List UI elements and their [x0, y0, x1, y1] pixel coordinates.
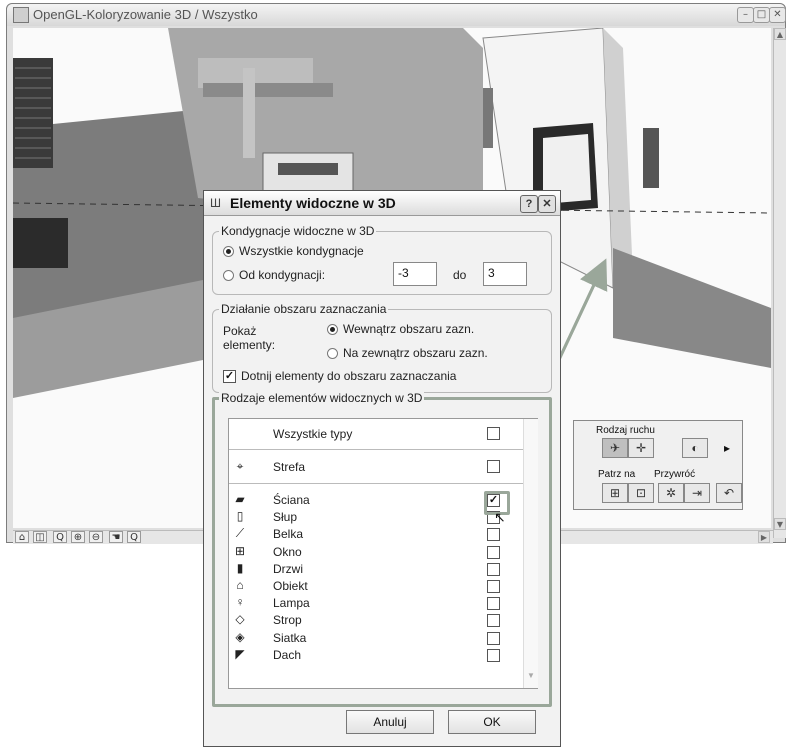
mouse-cursor-icon: ↖ [494, 509, 506, 525]
trim-elements-label: Dotnij elementy do obszaru zaznaczania [241, 369, 457, 383]
element-types-title: Rodzaje elementów widocznych w 3D [219, 391, 425, 405]
element-type-label: Ściana [273, 493, 310, 507]
cancel-button[interactable]: Anuluj [346, 710, 434, 734]
wall-icon: ▰ [235, 492, 245, 506]
window-icon: ⊞ [234, 543, 246, 558]
element-type-checkbox[interactable] [487, 528, 500, 542]
floors-group: Kondygnacje widoczne w 3D Wszystkie kond… [212, 224, 552, 295]
inside-marquee-radio[interactable] [327, 324, 338, 335]
element-type-checkbox[interactable] [487, 545, 500, 559]
marquee-group-title: Działanie obszaru zaznaczania [219, 302, 389, 316]
element-type-checkbox[interactable] [487, 597, 500, 611]
from-floor-label: Od kondygnacji: [239, 268, 326, 282]
element-type-label: Strop [273, 613, 302, 628]
element-type-label: Obiekt [273, 579, 308, 593]
show-elements-label: Pokaż elementy: [223, 324, 276, 352]
outside-marquee-label: Na zewnątrz obszaru zazn. [343, 346, 488, 360]
marquee-group: Działanie obszaru zaznaczania Pokaż elem… [212, 302, 552, 393]
all-floors-label: Wszystkie kondygnacje [239, 244, 364, 258]
element-type-label: Belka [273, 527, 304, 542]
element-type-label: Lampa [273, 596, 310, 611]
list-scroll-down-icon[interactable]: ▼ [526, 671, 536, 683]
zone-label: Strefa [273, 460, 306, 474]
slab-icon: ◇ [235, 612, 245, 627]
lamp-icon: ♀ [235, 595, 245, 610]
element-type-checkbox[interactable] [487, 580, 500, 593]
door-icon: ▮ [236, 560, 244, 575]
column-icon: ▯ [236, 509, 244, 524]
element-type-checkbox[interactable] [487, 562, 500, 576]
trim-elements-checkbox[interactable]: ✓ [223, 370, 236, 383]
from-floor-radio[interactable] [223, 270, 234, 281]
beam-icon: ⟋ [235, 526, 245, 541]
visible-elements-dialog: Ш Elementy widoczne w 3D ? ✕ Kondygnacje… [203, 190, 561, 747]
all-types-label: Wszystkie typy [273, 427, 353, 441]
element-types-list: Wszystkie typy ⌖ Strefa ▰ Ściana ✓ ▯ Słup ⟋ Be… [228, 418, 538, 689]
outside-marquee-radio[interactable] [327, 348, 338, 359]
to-floor-input[interactable]: 3 [483, 262, 527, 286]
list-scrollbar[interactable]: ▼ [523, 419, 538, 688]
element-type-checkbox[interactable] [487, 631, 500, 645]
object-icon: ⌂ [236, 578, 244, 592]
element-type-label: Słup [273, 510, 298, 525]
element-type-label: Dach [273, 647, 302, 662]
dialog-title-bar[interactable]: Ш Elementy widoczne w 3D ? ✕ [204, 191, 560, 216]
zone-checkbox[interactable] [487, 460, 500, 473]
dialog-icon: Ш [210, 196, 221, 210]
element-type-checkbox[interactable] [487, 648, 500, 662]
element-type-label: Okno [273, 544, 302, 559]
all-floors-radio[interactable] [223, 246, 234, 257]
element-type-label: Siatka [273, 630, 307, 645]
close-dialog-button[interactable]: ✕ [538, 195, 556, 213]
to-floor-label: do [453, 268, 467, 282]
help-button[interactable]: ? [520, 195, 538, 213]
zone-icon: ⌖ [236, 459, 244, 473]
element-type-checkbox[interactable] [487, 614, 500, 628]
mesh-icon: ◈ [235, 629, 245, 644]
floors-group-title: Kondygnacje widoczne w 3D [219, 224, 377, 238]
roof-icon: ◤ [235, 646, 245, 661]
all-types-checkbox[interactable] [487, 427, 500, 440]
ok-button[interactable]: OK [448, 710, 536, 734]
from-floor-input[interactable]: -3 [393, 262, 437, 286]
dialog-title: Elementy widoczne w 3D [230, 195, 396, 211]
element-type-label: Drzwi [273, 561, 303, 576]
inside-marquee-label: Wewnątrz obszaru zazn. [343, 322, 475, 336]
